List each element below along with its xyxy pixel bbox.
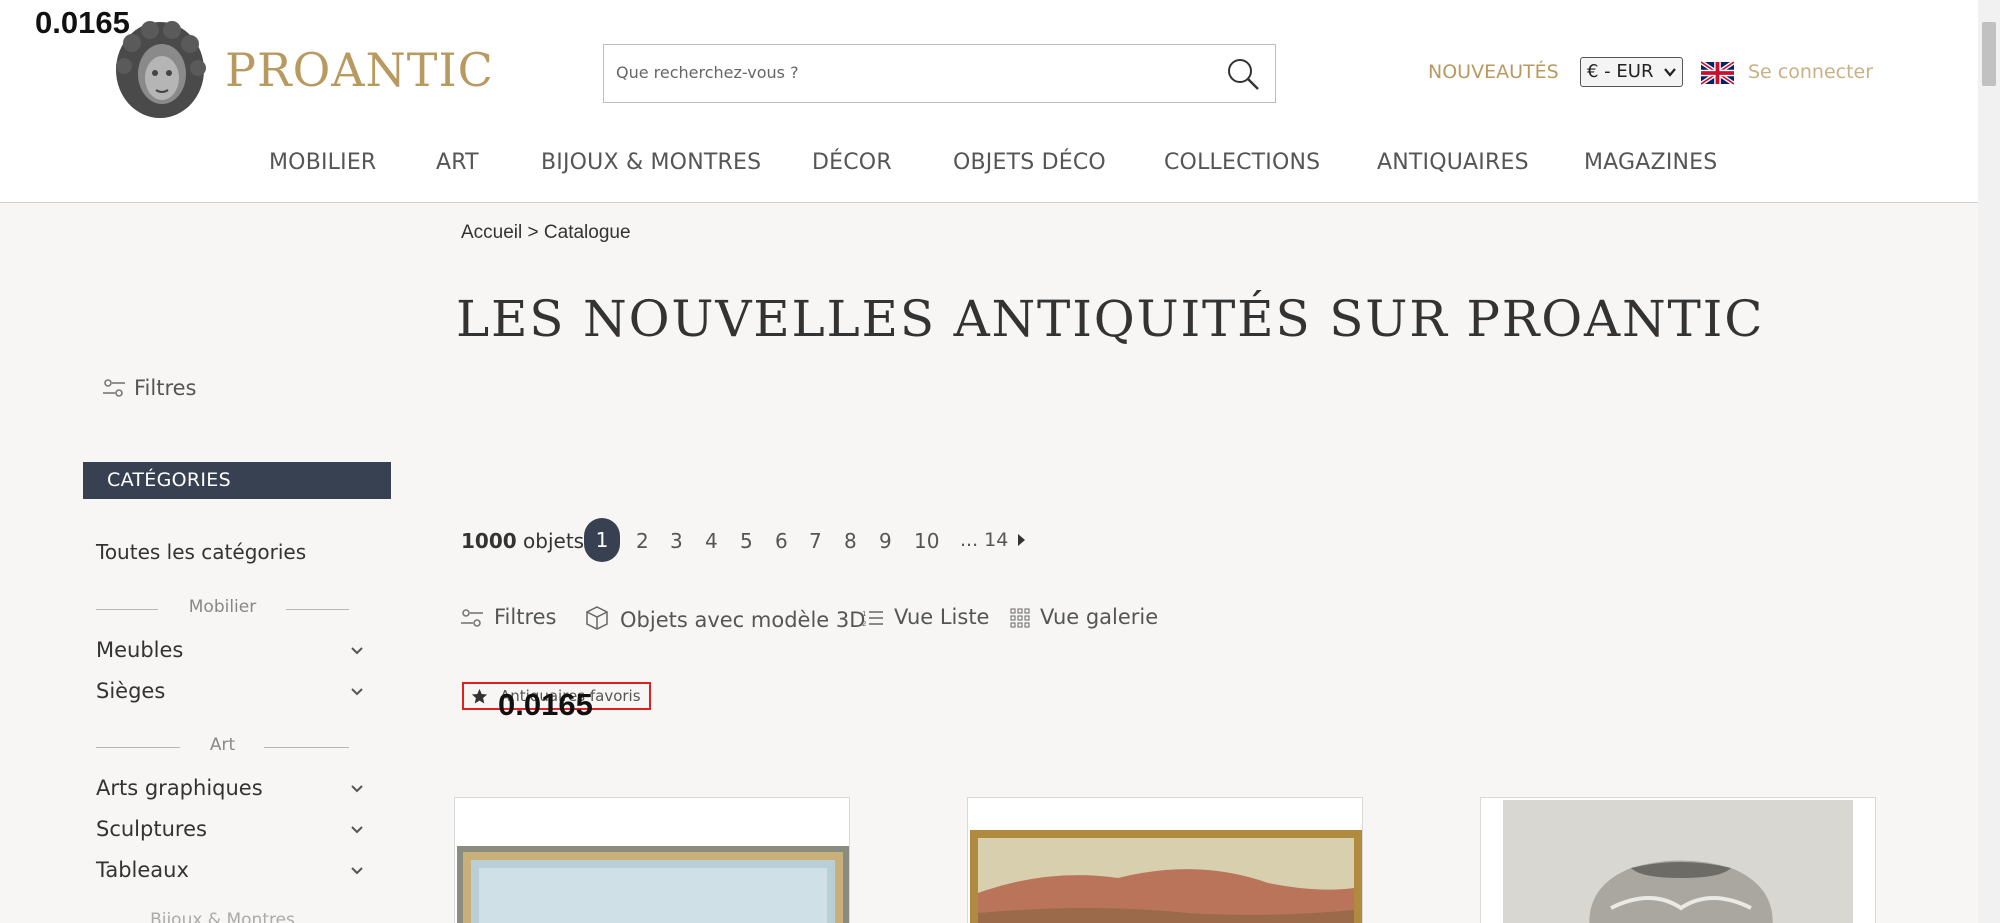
- category-item-tableaux[interactable]: Tableaux: [96, 858, 364, 886]
- page-title: LES NOUVELLES ANTIQUITÉS SUR PROANTIC: [456, 290, 1765, 348]
- category-item-arts-graphiques[interactable]: Arts graphiques: [96, 776, 364, 804]
- nav-item-magazines[interactable]: MAGAZINES: [1584, 150, 1717, 175]
- results-count-label: objets: [523, 529, 585, 553]
- currency-value: € - EUR: [1587, 61, 1654, 82]
- currency-select[interactable]: € - EUR: [1580, 57, 1683, 87]
- login-link[interactable]: Se connecter: [1748, 61, 1873, 83]
- section-divider-mobilier: Mobilier: [96, 597, 349, 621]
- toolbar-list-view-button[interactable]: 1 2 Vue Liste: [862, 605, 989, 629]
- category-label: Sièges: [96, 679, 166, 703]
- chevron-down-icon[interactable]: [350, 646, 364, 656]
- search-placeholder[interactable]: Que recherchez-vous ?: [616, 63, 799, 82]
- pagination-page[interactable]: 6: [775, 529, 788, 553]
- toolbar-list-view-label: Vue Liste: [894, 605, 990, 629]
- toolbar-filters-label: Filtres: [494, 605, 557, 629]
- search-input[interactable]: Que recherchez-vous ?: [603, 44, 1276, 103]
- chevron-down-icon: [1664, 68, 1676, 77]
- pagination-page[interactable]: 9: [879, 529, 892, 553]
- pagination-page[interactable]: 5: [740, 529, 753, 553]
- nav-item-art[interactable]: ART: [436, 150, 479, 175]
- sidebar-filters-button[interactable]: Filtres: [102, 376, 197, 400]
- list-view-icon: 1 2: [862, 610, 883, 628]
- chevron-down-icon[interactable]: [350, 687, 364, 697]
- star-icon: [471, 688, 488, 704]
- section-label-bijoux-montres: Bijoux & Montres: [150, 910, 295, 923]
- filter-icon: [461, 609, 483, 627]
- section-label: Mobilier: [188, 597, 257, 617]
- svg-text:1: 1: [862, 610, 866, 618]
- category-label: Tableaux: [96, 858, 189, 882]
- section-label: Art: [209, 735, 236, 755]
- section-divider-art: Art: [96, 735, 349, 759]
- score-label: 0.0165: [35, 5, 130, 40]
- category-label: Arts graphiques: [96, 776, 263, 800]
- product-image[interactable]: [455, 798, 850, 923]
- scrollbar-thumb[interactable]: [1982, 22, 1996, 86]
- pagination-page[interactable]: 7: [809, 529, 822, 553]
- all-categories-link[interactable]: Toutes les catégories: [96, 540, 306, 564]
- product-card[interactable]: [967, 797, 1363, 923]
- breadcrumb[interactable]: Accueil > Catalogue: [461, 222, 631, 244]
- cube-3d-icon: [586, 606, 608, 630]
- pagination-page[interactable]: 2: [636, 529, 649, 553]
- nav-item-collections[interactable]: COLLECTIONS: [1164, 150, 1320, 175]
- site-header: PROANTIC Que recherchez-vous ? NOUVEAUTÉ…: [0, 0, 1978, 203]
- nav-item-objets-deco[interactable]: OBJETS DÉCO: [953, 150, 1106, 175]
- sidebar-filters-label: Filtres: [134, 376, 197, 400]
- results-count: 1000 objets: [461, 529, 584, 553]
- chevron-down-icon[interactable]: [350, 866, 364, 876]
- nav-item-bijoux-montres[interactable]: BIJOUX & MONTRES: [541, 150, 761, 175]
- main-nav: MOBILIER ART BIJOUX & MONTRES DÉCOR OBJE…: [0, 150, 1978, 180]
- nav-item-decor[interactable]: DÉCOR: [812, 150, 892, 175]
- nouveautes-link[interactable]: NOUVEAUTÉS: [1428, 61, 1559, 83]
- categories-header: CATÉGORIES: [83, 462, 391, 499]
- toolbar-gallery-view-button[interactable]: Vue galerie: [1010, 605, 1158, 629]
- search-icon[interactable]: [1225, 56, 1261, 92]
- toolbar-3d-models-label: Objets avec modèle 3D: [620, 608, 866, 632]
- filter-icon: [103, 379, 125, 397]
- nav-item-mobilier[interactable]: MOBILIER: [269, 150, 376, 175]
- toolbar-gallery-view-label: Vue galerie: [1040, 605, 1159, 629]
- category-label: Meubles: [96, 638, 184, 662]
- product-image[interactable]: [968, 798, 1363, 923]
- pagination-current-page[interactable]: 1: [584, 518, 620, 562]
- product-image[interactable]: [1481, 798, 1876, 923]
- pagination-last-page[interactable]: ... 14: [960, 529, 1008, 551]
- pagination-page[interactable]: 10: [914, 529, 939, 553]
- svg-text:2: 2: [862, 620, 866, 628]
- pagination-page[interactable]: 3: [670, 529, 683, 553]
- category-item-sieges[interactable]: Sièges: [96, 679, 364, 707]
- category-label: Sculptures: [96, 817, 207, 841]
- product-card[interactable]: [1480, 797, 1876, 923]
- toolbar-3d-models-button[interactable]: Objets avec modèle 3D: [584, 605, 865, 632]
- toolbar-filters-button[interactable]: Filtres: [460, 605, 557, 629]
- chevron-down-icon[interactable]: [350, 784, 364, 794]
- pagination-page[interactable]: 8: [844, 529, 857, 553]
- uk-flag-icon[interactable]: [1701, 61, 1734, 85]
- category-item-sculptures[interactable]: Sculptures: [96, 817, 364, 845]
- next-page-icon[interactable]: [1016, 533, 1026, 547]
- page-scrollbar[interactable]: [1978, 0, 2000, 923]
- results-count-number: 1000: [461, 529, 517, 553]
- nav-item-antiquaires[interactable]: ANTIQUAIRES: [1377, 150, 1529, 175]
- grid-view-icon: [1010, 608, 1030, 628]
- category-item-meubles[interactable]: Meubles: [96, 638, 364, 666]
- score-label: 0.0165: [498, 687, 593, 722]
- chevron-down-icon[interactable]: [350, 825, 364, 835]
- logo-text[interactable]: PROANTIC: [225, 43, 494, 97]
- pagination-page[interactable]: 4: [705, 529, 718, 553]
- product-card[interactable]: [454, 797, 850, 923]
